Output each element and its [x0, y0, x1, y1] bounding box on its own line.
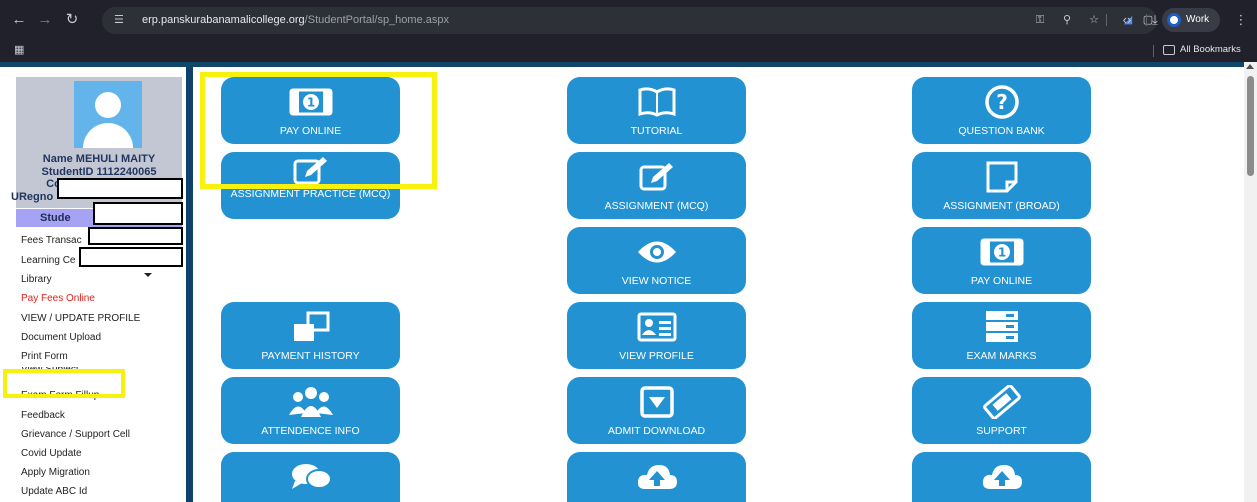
tile-label: ASSIGNMENT PRACTICE (MCQ) — [230, 188, 391, 200]
tile-label: EXAM MARKS — [966, 350, 1037, 362]
users-icon — [221, 385, 400, 419]
scroll-up-arrow[interactable] — [1246, 64, 1254, 69]
tile-question-bank[interactable]: ? QUESTION BANK — [912, 77, 1091, 144]
question-circle-icon: ? — [912, 85, 1091, 119]
tile-view-notice[interactable]: VIEW NOTICE — [567, 227, 746, 294]
id-card-icon — [567, 310, 746, 344]
tile-chat[interactable] — [221, 452, 400, 502]
menu-item-document-upload[interactable]: Document Upload — [21, 332, 101, 344]
server-icon — [912, 310, 1091, 344]
page-content: Name MEHULI MAITY StudentID 1112240065 C… — [0, 62, 1257, 502]
tile-upload-2[interactable] — [912, 452, 1091, 502]
redaction-box — [88, 227, 183, 245]
money-bill-icon: 1 — [912, 235, 1091, 269]
tile-label: PAY ONLINE — [970, 275, 1033, 287]
address-bar[interactable]: ☰ erp.panskurabanamalicollege.org/Studen… — [102, 7, 1157, 34]
menu-item-grievance-support[interactable]: Grievance / Support Cell — [21, 429, 130, 441]
all-bookmarks-link[interactable]: All Bookmarks — [1180, 44, 1241, 56]
sidebar-divider — [186, 67, 193, 502]
tile-label: PAYMENT HISTORY — [261, 350, 360, 362]
tile-label: ASSIGNMENT (BROAD) — [943, 200, 1060, 212]
url-host: erp.panskurabanamalicollege.org — [142, 14, 305, 26]
chat-bubbles-icon — [221, 460, 400, 494]
sticky-note-icon — [912, 160, 1091, 194]
download-box-icon — [567, 385, 746, 419]
star-icon[interactable]: ☆ — [1086, 13, 1102, 27]
student-name: Name MEHULI MAITY — [42, 153, 156, 165]
apps-grid-icon[interactable]: ▦ — [14, 44, 26, 56]
menu-item-apply-migration[interactable]: Apply Migration — [21, 467, 90, 479]
tile-exam-marks[interactable]: EXAM MARKS — [912, 302, 1091, 369]
download-icon[interactable]: ⤓ — [1146, 11, 1164, 29]
tile-attendence-info[interactable]: ATTENDENCE INFO — [221, 377, 400, 444]
toolbar-separator — [1106, 14, 1107, 26]
tile-tutorial[interactable]: TUTORIAL — [567, 77, 746, 144]
edit-pencil-icon — [567, 160, 746, 194]
svg-text:1: 1 — [997, 246, 1005, 260]
menu-item-update-abc-id[interactable]: Update ABC Id — [21, 486, 87, 498]
back-arrow-icon[interactable]: ← — [10, 11, 28, 29]
tile-label: VIEW NOTICE — [621, 275, 692, 287]
devtools-icon[interactable]: ‹› — [1118, 11, 1136, 29]
cloud-upload-icon — [567, 460, 746, 494]
menu-item-view-update-profile[interactable]: VIEW / UPDATE PROFILE — [21, 313, 140, 325]
redaction-box — [93, 202, 183, 225]
tile-upload-1[interactable] — [567, 452, 746, 502]
tile-view-profile[interactable]: VIEW PROFILE — [567, 302, 746, 369]
student-band-label: Stude — [40, 212, 71, 224]
windows-icon — [221, 310, 400, 344]
tile-label: ATTENDENCE INFO — [261, 425, 360, 437]
url-text[interactable]: erp.panskurabanamalicollege.org/StudentP… — [142, 13, 449, 27]
tile-label: TUTORIAL — [630, 125, 683, 137]
tile-assignment-mcq[interactable]: ASSIGNMENT (MCQ) — [567, 152, 746, 219]
tile-pay-online-2[interactable]: 1 PAY ONLINE — [912, 227, 1091, 294]
tile-label: SUPPORT — [976, 425, 1027, 437]
menu-item-covid-update[interactable]: Covid Update — [21, 448, 82, 460]
menu-item-library[interactable]: Library — [21, 274, 52, 286]
ticket-icon — [912, 385, 1091, 419]
profile-avatar-icon — [1167, 13, 1181, 27]
tile-admit-download[interactable]: ADMIT DOWNLOAD — [567, 377, 746, 444]
scrollbar-thumb[interactable] — [1247, 76, 1254, 176]
menu-item-pay-fees-online[interactable]: Pay Fees Online — [21, 293, 95, 305]
kebab-menu-icon[interactable]: ⋮ — [1232, 11, 1250, 29]
menu-item-learning-centre[interactable]: Learning Ce — [21, 255, 75, 267]
avatar — [74, 81, 142, 148]
tile-payment-history[interactable]: PAYMENT HISTORY — [221, 302, 400, 369]
tile-support[interactable]: SUPPORT — [912, 377, 1091, 444]
menu-item-feedback[interactable]: Feedback — [21, 410, 65, 422]
highlight-box-pay-online — [200, 72, 437, 189]
eye-icon — [567, 235, 746, 269]
profile-chip[interactable]: Work — [1162, 8, 1220, 32]
browser-chrome: ← → ↻ ☰ erp.panskurabanamalicollege.org/… — [0, 0, 1257, 62]
bookmarks-bar — [0, 40, 1257, 62]
avatar-head — [95, 92, 121, 118]
key-icon[interactable]: ⚿ — [1032, 13, 1048, 27]
url-path: /StudentPortal/sp_home.aspx — [304, 14, 449, 26]
cloud-upload-icon — [912, 460, 1091, 494]
reload-icon[interactable]: ↻ — [63, 11, 81, 29]
tile-assignment-broad[interactable]: ASSIGNMENT (BROAD) — [912, 152, 1091, 219]
tile-label: VIEW PROFILE — [619, 350, 694, 362]
tile-label: QUESTION BANK — [958, 125, 1045, 137]
open-book-icon — [567, 85, 746, 119]
forward-arrow-icon[interactable]: → — [36, 11, 54, 29]
tile-label: ADMIT DOWNLOAD — [607, 425, 706, 437]
chevron-down-icon[interactable] — [144, 273, 152, 277]
profile-label: Work — [1186, 14, 1210, 25]
menu-item-fees-transaction[interactable]: Fees Transac — [21, 235, 82, 247]
folder-icon[interactable] — [1163, 45, 1175, 55]
avatar-body — [83, 123, 133, 148]
tile-label: ASSIGNMENT (MCQ) — [604, 200, 709, 212]
browser-toolbar: ← → ↻ ☰ erp.panskurabanamalicollege.org/… — [0, 0, 1257, 40]
redaction-box — [57, 178, 183, 199]
menu-item-print-form[interactable]: Print Form — [21, 351, 68, 363]
svg-text:?: ? — [996, 90, 1008, 114]
redaction-box — [79, 247, 183, 267]
sidebar: Name MEHULI MAITY StudentID 1112240065 C… — [0, 67, 186, 502]
bookmarks-separator — [1153, 45, 1154, 57]
highlight-box-exam-form — [3, 369, 125, 398]
site-info-icon[interactable]: ☰ — [114, 13, 128, 27]
zoom-icon[interactable]: ⚲ — [1059, 13, 1075, 27]
